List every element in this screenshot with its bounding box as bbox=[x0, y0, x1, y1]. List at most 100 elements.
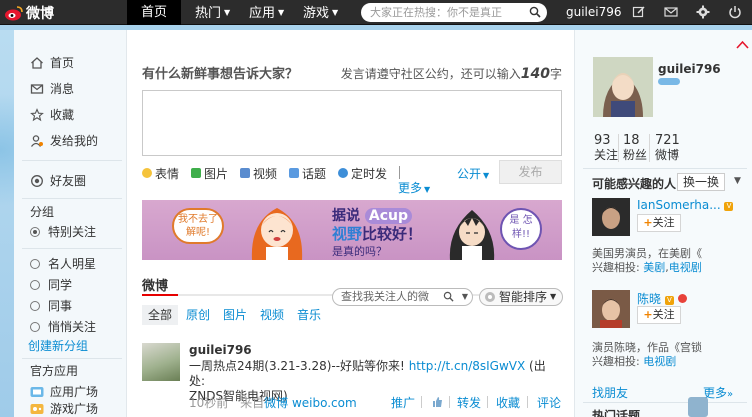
message-icon[interactable] bbox=[664, 5, 678, 19]
chevron-down-icon[interactable]: ▼ bbox=[462, 289, 468, 305]
search-icon[interactable] bbox=[529, 6, 541, 18]
sidebar-item-home[interactable]: 首页 bbox=[30, 54, 74, 72]
sidebar-item-friends-circle[interactable]: 好友圈 bbox=[30, 172, 86, 190]
composer-char-tip: 发言请遵守社区公约，还可以输入140字 bbox=[341, 65, 562, 82]
interest-tag[interactable]: 电视剧 bbox=[643, 355, 676, 368]
nav-apps-label: 应用 bbox=[249, 6, 276, 21]
member-badge-icon[interactable] bbox=[658, 78, 680, 85]
swap-button[interactable]: 换一换 bbox=[677, 173, 725, 191]
follow-button-2[interactable]: +关注 bbox=[637, 306, 681, 324]
follow-label: 关注 bbox=[652, 308, 675, 321]
filter-tab-original[interactable]: 原创 bbox=[180, 305, 216, 325]
edit-icon[interactable] bbox=[632, 5, 646, 19]
app-item-game-square[interactable]: 游戏广场 bbox=[30, 400, 98, 417]
visibility-dropdown[interactable]: 公开 ▼ bbox=[457, 165, 489, 182]
sort-icon bbox=[485, 292, 495, 302]
post-source[interactable]: 微博 weibo.com bbox=[264, 396, 357, 410]
group-item-classmates[interactable]: 同学 bbox=[30, 276, 72, 294]
nav-home[interactable]: 首页 bbox=[127, 0, 181, 25]
filter-tab-images[interactable]: 图片 bbox=[217, 305, 253, 325]
smart-sort-dropdown[interactable]: 智能排序 ▼ bbox=[479, 288, 563, 306]
recommend-name-1[interactable]: IanSomerha... V bbox=[637, 198, 734, 212]
chevron-down-icon[interactable]: ▼ bbox=[734, 176, 741, 186]
more-tools-link[interactable]: 更多 ▼ bbox=[398, 179, 430, 196]
promote-button[interactable]: 推广 bbox=[391, 394, 415, 411]
repost-button[interactable]: 转发 bbox=[457, 394, 481, 411]
top-search-input[interactable]: 大家正在热搜：你不是真正 bbox=[361, 3, 547, 22]
sidebar-item-favorites[interactable]: 收藏 bbox=[30, 106, 74, 124]
chevron-down-icon: ▼ bbox=[224, 8, 231, 17]
comment-button[interactable]: 评论 bbox=[537, 394, 561, 411]
divider bbox=[527, 396, 528, 408]
follow-button-1[interactable]: +关注 bbox=[637, 214, 681, 232]
char-tip-suffix: 字 bbox=[549, 67, 562, 81]
post-avatar[interactable] bbox=[142, 343, 180, 381]
chevron-down-icon: ▼ bbox=[550, 292, 557, 301]
like-icon[interactable] bbox=[431, 396, 443, 408]
weibo-logo[interactable]: 微博 bbox=[4, 2, 84, 23]
create-group-link[interactable]: 创建新分组 bbox=[28, 337, 88, 355]
tool-image[interactable]: 图片 bbox=[191, 165, 228, 181]
nav-hot[interactable]: 热门 ▼ bbox=[195, 0, 230, 25]
profile-name[interactable]: guilei796 bbox=[658, 62, 721, 76]
tool-topic[interactable]: 话题 bbox=[289, 165, 326, 181]
right-sidebar: guilei796 93 关注 18 粉丝 721 微博 可能感兴趣的人 换一换… bbox=[574, 30, 752, 417]
group-item-label: 特别关注 bbox=[48, 225, 97, 239]
divider bbox=[449, 396, 450, 408]
ad-banner[interactable]: 我不去了解呢! 据说 Acup 视野比较好！ 是真的吗？ 是 怎样!! bbox=[142, 200, 562, 260]
post-button[interactable]: 发布 bbox=[499, 160, 562, 184]
recommend-avatar-1[interactable] bbox=[592, 198, 630, 236]
stat-followers[interactable]: 18 粉丝 bbox=[623, 133, 647, 163]
floating-helper-button[interactable] bbox=[688, 397, 708, 417]
divider bbox=[22, 358, 122, 359]
composer-prompt: 有什么新鲜事想告诉大家？ bbox=[142, 67, 299, 82]
tool-emoji[interactable]: 表情 bbox=[142, 165, 179, 181]
top-navigation-bar: 微博 首页 热门 ▼ 应用 ▼ 游戏 ▼ 大家正在热搜：你不是真正 guilei796 bbox=[0, 0, 752, 25]
profile-avatar[interactable] bbox=[593, 57, 653, 117]
sidebar-item-label: 发给我的 bbox=[50, 134, 99, 148]
tool-schedule[interactable]: 定时发 bbox=[338, 165, 387, 181]
nav-games[interactable]: 游戏 ▼ bbox=[303, 0, 338, 25]
recommend-desc-1: 美国男演员，在美剧《 兴趣相投: 美剧,电视剧 bbox=[592, 247, 742, 275]
emoji-icon bbox=[142, 168, 152, 178]
banner-text: 视野 bbox=[332, 225, 363, 243]
app-item-app-square[interactable]: 应用广场 bbox=[30, 383, 98, 401]
banner-text: 据说 bbox=[332, 208, 360, 224]
post-author[interactable]: guilei796 bbox=[189, 343, 252, 357]
group-item-celebrities[interactable]: 名人明星 bbox=[30, 255, 96, 273]
video-icon bbox=[240, 168, 250, 178]
post-link[interactable]: http://t.cn/8sIGwVX bbox=[409, 359, 526, 373]
sidebar-item-messages[interactable]: 消息 bbox=[30, 80, 74, 98]
tool-video[interactable]: 视频 bbox=[240, 165, 277, 181]
group-item-colleagues[interactable]: 同事 bbox=[30, 297, 72, 315]
interest-tag[interactable]: 电视剧 bbox=[669, 261, 702, 274]
chevron-down-icon: ▼ bbox=[483, 171, 490, 180]
find-friends-link[interactable]: 找朋友 bbox=[592, 384, 628, 401]
gear-icon[interactable] bbox=[696, 5, 710, 19]
interest-tag[interactable]: 美剧 bbox=[643, 261, 665, 274]
logout-icon[interactable] bbox=[728, 5, 742, 19]
feed-title: 微博 bbox=[142, 279, 169, 294]
search-icon[interactable] bbox=[443, 291, 454, 302]
tool-label: 表情 bbox=[155, 166, 180, 181]
filter-tab-music[interactable]: 音乐 bbox=[291, 305, 327, 325]
active-tab-underline bbox=[142, 294, 178, 296]
filter-tab-all[interactable]: 全部 bbox=[142, 305, 179, 325]
stat-following[interactable]: 93 关注 bbox=[594, 133, 618, 163]
group-item-special[interactable]: 特别关注 bbox=[30, 223, 96, 241]
recommend-title: 可能感兴趣的人 bbox=[592, 177, 677, 191]
post-meta: 10秒前 来自微博 weibo.com bbox=[189, 394, 357, 411]
recommend-avatar-2[interactable] bbox=[592, 290, 630, 328]
favorite-button[interactable]: 收藏 bbox=[496, 394, 520, 411]
post-time[interactable]: 10秒前 bbox=[189, 396, 228, 410]
filter-tab-video[interactable]: 视频 bbox=[254, 305, 290, 325]
feed-search-input[interactable]: 查找我关注人的微 ▼ bbox=[332, 288, 473, 306]
sidebar-item-sent-to-me[interactable]: 发给我的 bbox=[30, 132, 98, 150]
scroll-top-icon[interactable] bbox=[735, 38, 750, 53]
stat-posts[interactable]: 721 微博 bbox=[655, 133, 680, 163]
recommend-name-2[interactable]: 陈晓 V bbox=[637, 290, 687, 307]
compose-textarea[interactable] bbox=[142, 90, 562, 156]
group-item-secret[interactable]: 悄悄关注 bbox=[30, 318, 96, 336]
nav-apps[interactable]: 应用 ▼ bbox=[249, 0, 284, 25]
top-username[interactable]: guilei796 bbox=[566, 0, 622, 25]
